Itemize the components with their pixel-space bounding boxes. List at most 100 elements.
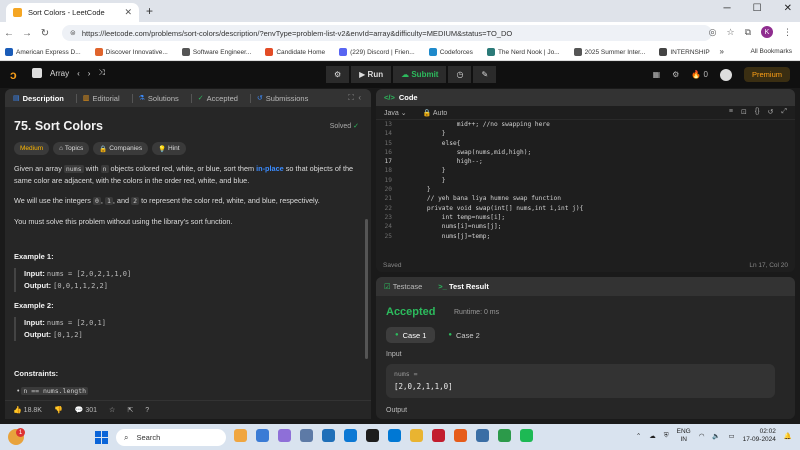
new-tab-button[interactable]: +	[146, 4, 153, 18]
bookmark-item[interactable]: INTERNSHIP	[659, 48, 710, 56]
hint-tag[interactable]: 💡 Hint	[152, 142, 186, 155]
run-button[interactable]: ▶ Run	[351, 66, 392, 83]
next-problem-icon[interactable]: ›	[88, 69, 91, 78]
green-app-icon[interactable]	[498, 429, 511, 442]
bookmark-item[interactable]: (229) Discord | Frien...	[339, 48, 415, 56]
settings-app-icon[interactable]	[476, 429, 489, 442]
game-app-icon[interactable]	[234, 429, 247, 442]
format-icon[interactable]: ≡	[729, 108, 733, 116]
mcafee-icon[interactable]	[432, 429, 445, 442]
favorite-star-icon[interactable]: ☆	[109, 406, 115, 414]
debug-button[interactable]: ⚙	[326, 66, 350, 83]
task-view-icon[interactable]	[256, 429, 269, 442]
bookmark-item[interactable]: 2025 Summer Inter...	[573, 48, 645, 56]
eye-off-icon[interactable]: ◎	[709, 27, 717, 38]
prev-problem-icon[interactable]: ‹	[77, 69, 80, 78]
url-bar[interactable]: ⊜ https://leetcode.com/problems/sort-col…	[62, 25, 712, 41]
bookmark-item[interactable]: Software Engineer...	[181, 48, 251, 56]
share-icon[interactable]: ⇱	[127, 406, 133, 414]
security-icon[interactable]: ⛨	[664, 432, 669, 440]
bookmark-item[interactable]: Codeforces	[428, 48, 473, 56]
code-body[interactable]: 13 mid++; //no swapping here 14 } 15 els…	[376, 120, 795, 255]
layout-icon[interactable]: ▦	[653, 70, 661, 79]
user-avatar[interactable]	[719, 68, 732, 81]
streak-counter[interactable]: 🔥 0	[691, 70, 708, 79]
tab-submissions[interactable]: ↺ Submissions	[257, 94, 308, 103]
tab-accepted[interactable]: ✓ Accepted	[198, 94, 238, 103]
description-scrollbar[interactable]	[365, 219, 368, 359]
timer-button[interactable]: ◷	[448, 66, 472, 83]
firefox-icon[interactable]	[454, 429, 467, 442]
case-1-tab[interactable]: ● Case 1	[386, 327, 436, 343]
more-bookmarks-icon[interactable]: »	[720, 47, 724, 56]
bookmark-star-icon[interactable]: ☆	[726, 27, 734, 38]
reload-icon[interactable]: ↻	[36, 28, 54, 39]
in-place-link[interactable]: in-place	[256, 164, 284, 173]
comments-button[interactable]: 💬 301	[75, 406, 97, 414]
menu-icon[interactable]: ⋮	[783, 27, 792, 38]
tab-test-result[interactable]: >_ Test Result	[438, 282, 489, 291]
close-tab-icon[interactable]: ✕	[124, 7, 132, 18]
vscode-icon[interactable]	[388, 429, 401, 442]
line-text: else{	[412, 139, 461, 147]
settings-icon[interactable]: ⚙	[672, 70, 679, 79]
extensions-icon[interactable]: ⧉	[745, 27, 751, 38]
reset-icon[interactable]: ↺	[768, 108, 774, 116]
topics-tag[interactable]: ⌂ Topics	[53, 142, 90, 155]
bookmark-item[interactable]: Candidate Home	[265, 48, 325, 56]
profile-avatar[interactable]: K	[761, 26, 773, 38]
leetcode-logo-icon[interactable]: ↄ	[10, 68, 22, 82]
wifi-icon[interactable]: ◠	[699, 432, 705, 440]
bookmark-item[interactable]: The Nerd Nook | Jo...	[486, 48, 560, 56]
terminal-app-icon[interactable]	[366, 429, 379, 442]
close-window-icon[interactable]: ✕	[784, 3, 792, 14]
teams-icon[interactable]	[278, 429, 291, 442]
spotify-icon[interactable]	[520, 429, 533, 442]
notification-bell-icon[interactable]: 🔔	[784, 432, 792, 440]
tab-description[interactable]: ▤ Description	[13, 94, 64, 103]
battery-icon[interactable]: ▭	[729, 432, 735, 440]
forward-icon[interactable]: →	[18, 28, 36, 39]
help-icon[interactable]: ?	[145, 407, 149, 414]
shuffle-icon[interactable]: ⤨	[98, 68, 104, 78]
dislike-icon[interactable]: 👎	[54, 406, 63, 414]
tab-editorial[interactable]: ▥ Editorial	[83, 94, 120, 103]
tab-solutions[interactable]: ⚗ Solutions	[139, 94, 179, 103]
minimize-icon[interactable]: ─	[724, 3, 731, 14]
like-button[interactable]: 👍 18.8K	[13, 406, 42, 414]
submit-button[interactable]: ☁ Submit	[393, 66, 447, 83]
companies-tag[interactable]: 🔒 Companies	[93, 142, 149, 155]
language-indicator[interactable]: ENG IN	[677, 428, 691, 444]
premium-button[interactable]: Premium	[743, 67, 790, 82]
autocomplete-toggle[interactable]: 🔒 Auto	[423, 109, 448, 117]
start-button[interactable]	[95, 431, 108, 444]
panel-controls[interactable]: ⛶ ‹	[348, 93, 361, 103]
chevron-up-icon[interactable]: ⌃	[636, 432, 641, 440]
bookmark-item[interactable]: Discover Innovative...	[94, 48, 168, 56]
camera-icon[interactable]	[300, 429, 313, 442]
onedrive-icon[interactable]: ☁	[649, 432, 656, 440]
taskbar-search[interactable]: ⌕ Search	[116, 429, 226, 446]
maximize-icon[interactable]: ☐	[753, 3, 762, 14]
edge-icon[interactable]	[322, 429, 335, 442]
browser-tab[interactable]: Sort Colors - LeetCode ✕	[6, 3, 139, 22]
clock[interactable]: 02:02 17-09-2024	[743, 428, 776, 444]
tab-testcase[interactable]: ☑ Testcase	[384, 282, 422, 291]
problem-list-label[interactable]: Array	[50, 69, 69, 78]
all-bookmarks[interactable]: All Bookmarks	[750, 48, 792, 55]
volume-icon[interactable]: 🔈	[712, 432, 720, 440]
site-info-icon[interactable]: ⊜	[70, 29, 76, 37]
edge-alt-icon[interactable]	[344, 429, 357, 442]
list-icon[interactable]	[32, 68, 42, 78]
difficulty-badge[interactable]: Medium	[14, 142, 50, 155]
bookmark-item[interactable]: American Express D...	[5, 48, 81, 56]
language-select[interactable]: Java ⌄	[384, 109, 407, 117]
case-2-tab[interactable]: ● Case 2	[439, 327, 488, 343]
notes-button[interactable]: ✎	[473, 66, 497, 83]
chrome-icon[interactable]	[410, 429, 423, 442]
bookmark-icon[interactable]: ⊡	[741, 108, 747, 116]
workday-icon	[265, 48, 274, 56]
fullscreen-icon[interactable]: ⤢	[781, 108, 787, 116]
braces-icon[interactable]: {}	[755, 108, 760, 116]
back-icon[interactable]: ←	[0, 28, 18, 39]
